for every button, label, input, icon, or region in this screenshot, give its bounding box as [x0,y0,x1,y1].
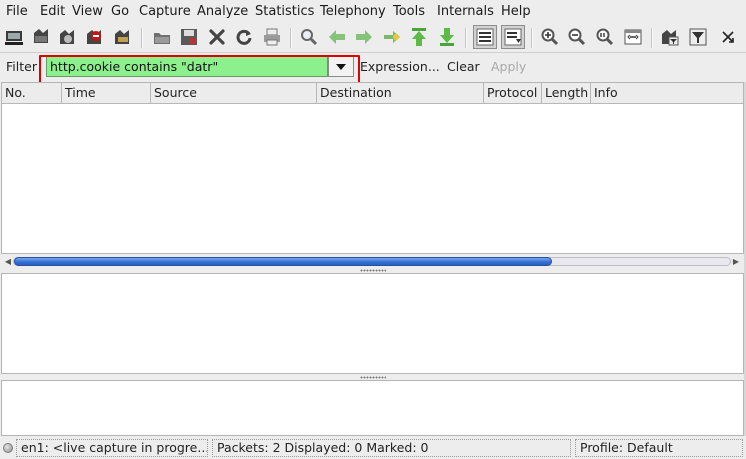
scrollbar-thumb[interactable] [14,257,552,266]
menu-help[interactable]: Help [501,4,531,19]
go-forward-icon[interactable] [353,26,375,48]
expert-info-led-icon[interactable] [3,443,13,453]
zoom-normal-icon[interactable] [594,26,616,48]
expression-button[interactable]: Expression... [360,59,440,74]
menu-analyze[interactable]: Analyze [197,4,248,19]
go-to-packet-icon[interactable] [381,26,403,48]
menu-capture[interactable]: Capture [139,4,191,19]
go-first-icon[interactable] [408,26,430,48]
toolbar-separator [465,28,467,48]
capture-options-icon[interactable] [30,26,52,48]
auto-scroll-icon[interactable] [501,25,525,49]
menu-view[interactable]: View [72,4,103,19]
status-packets: Packets: 2 Displayed: 0 Marked: 0 [212,439,571,457]
resize-columns-icon[interactable] [622,26,644,48]
colorize-icon[interactable] [473,25,497,49]
capture-filters-icon[interactable] [659,26,681,48]
menu-go[interactable]: Go [111,4,129,19]
zoom-in-icon[interactable] [539,26,561,48]
column-header-source[interactable]: Source [151,83,317,104]
go-last-icon[interactable] [436,26,458,48]
clear-filter-button[interactable]: Clear [447,59,480,74]
print-icon[interactable] [261,26,283,48]
menu-edit[interactable]: Edit [40,4,65,19]
column-header-length[interactable]: Length [542,83,591,104]
stop-capture-icon[interactable] [84,26,106,48]
toolbar-separator [531,28,533,48]
packet-details-pane[interactable] [1,273,744,374]
interface-list-icon[interactable] [3,26,25,48]
scroll-left-icon[interactable]: ◀ [3,256,13,267]
column-header-time[interactable]: Time [62,83,151,104]
go-back-icon[interactable] [326,26,348,48]
start-capture-icon[interactable] [57,26,79,48]
menu-file[interactable]: File [6,4,28,19]
pane-splitter-handle[interactable] [360,269,386,272]
pane-splitter-handle[interactable] [360,376,386,379]
scroll-right-icon[interactable]: ▶ [731,256,741,267]
close-file-icon[interactable] [206,26,228,48]
filter-label: Filter [6,59,37,74]
reload-icon[interactable] [233,26,255,48]
toolbar-separator [651,28,653,48]
column-header-info[interactable]: Info [591,83,743,104]
menu-bar: File Edit View Go Capture Analyze Statis… [0,0,746,23]
packet-list-horizontal-scrollbar[interactable]: ◀ ▶ [3,256,741,267]
column-header-no[interactable]: No. [2,83,62,104]
column-header-protocol[interactable]: Protocol [484,83,542,104]
toolbar-separator [290,28,292,48]
packet-list[interactable]: No. Time Source Destination Protocol Len… [1,82,744,254]
save-file-icon[interactable] [178,26,200,48]
main-toolbar [0,23,746,53]
toolbar-separator [141,28,143,48]
apply-filter-button[interactable]: Apply [491,59,526,74]
find-packet-icon[interactable] [298,26,320,48]
status-profile[interactable]: Profile: Default [575,439,743,457]
zoom-out-icon[interactable] [566,26,588,48]
packet-bytes-pane[interactable] [1,380,744,436]
display-filters-icon[interactable] [687,26,709,48]
restart-capture-icon[interactable] [112,26,134,48]
menu-statistics[interactable]: Statistics [255,4,314,19]
status-interface: en1: <live capture in progre... [16,439,208,457]
menu-tools[interactable]: Tools [393,4,425,19]
column-header-destination[interactable]: Destination [317,83,484,104]
more-icon[interactable] [717,26,739,48]
menu-internals[interactable]: Internals [437,4,494,19]
menu-telephony[interactable]: Telephony [320,4,386,19]
open-file-icon[interactable] [151,26,173,48]
